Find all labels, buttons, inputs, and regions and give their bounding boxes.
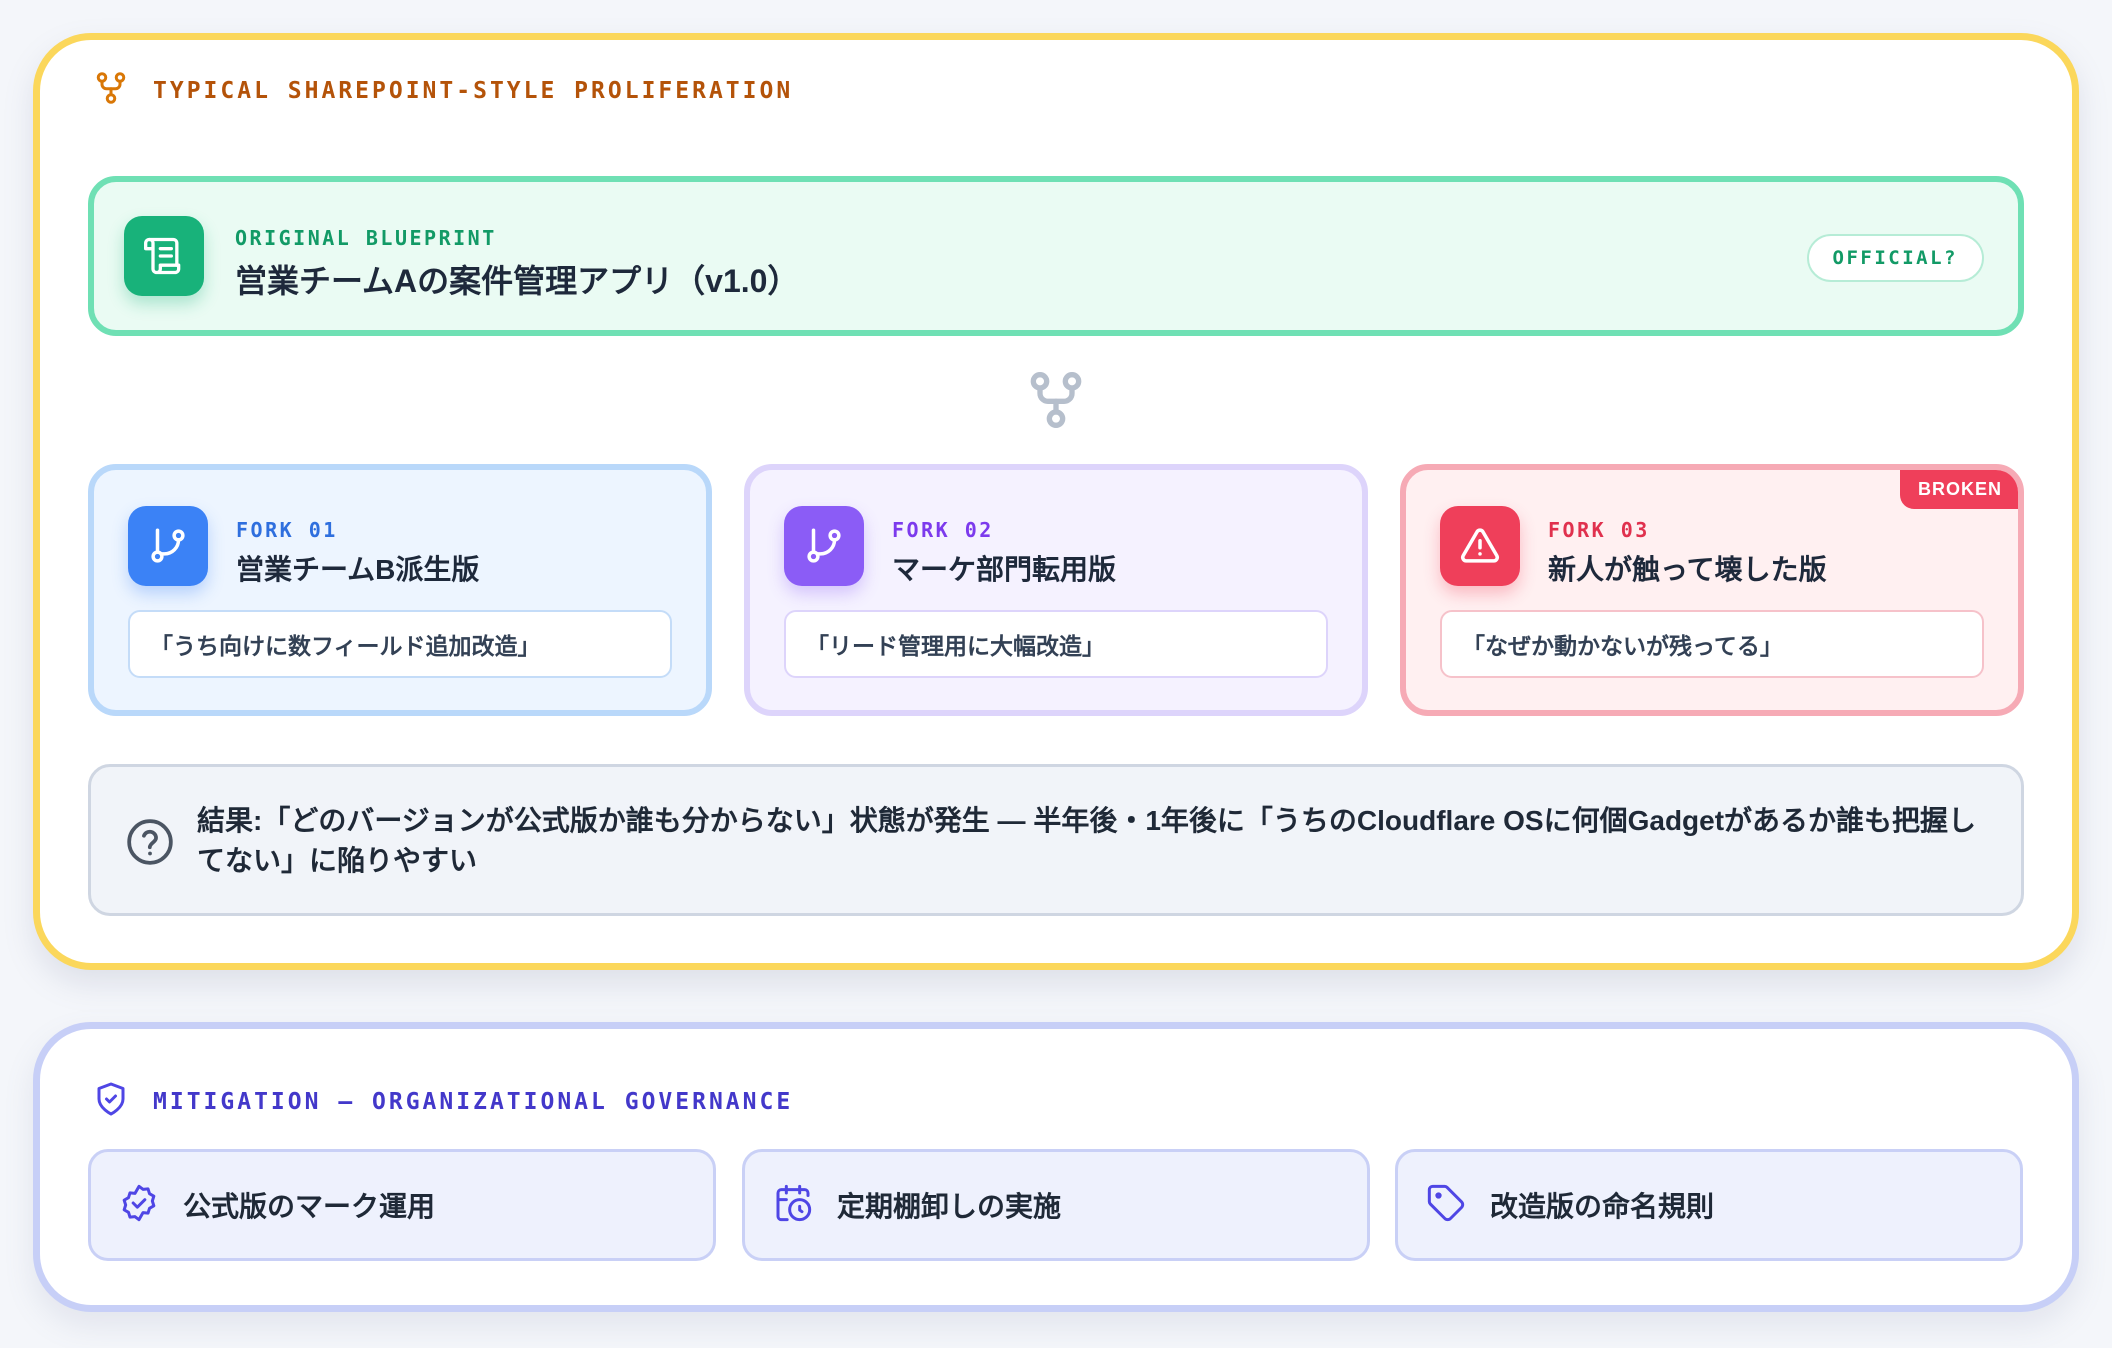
fork-title: 営業チームB派生版: [236, 554, 480, 585]
fork-card-02[interactable]: FORK 02 マーケ部門転用版 「リード管理用に大幅改造」: [744, 464, 1368, 716]
mitigation-item-official-mark[interactable]: 公式版のマーク運用: [88, 1149, 716, 1261]
scroll-icon: [124, 216, 204, 296]
git-branch-icon: [128, 506, 208, 586]
warning-triangle-icon: [1440, 506, 1520, 586]
blueprint-kicker: ORIGINAL BLUEPRINT: [235, 226, 497, 250]
fork-quote: 「リード管理用に大幅改造」: [784, 610, 1328, 678]
result-text: 結果:「どのバージョンが公式版か誰も分からない」状態が発生 — 半年後・1年後に…: [197, 805, 1977, 876]
fork-quote: 「なぜか動かないが残ってる」: [1440, 610, 1984, 678]
git-fork-icon: [1024, 370, 1088, 430]
mitigation-item-naming-rules[interactable]: 改造版の命名規則: [1395, 1149, 2023, 1261]
calendar-clock-icon: [773, 1183, 813, 1228]
mitigation-item-label: 公式版のマーク運用: [183, 1191, 436, 1222]
original-blueprint-card[interactable]: ORIGINAL BLUEPRINT 営業チームAの案件管理アプリ（v1.0） …: [88, 176, 2024, 336]
fork-card-01[interactable]: FORK 01 営業チームB派生版 「うち向けに数フィールド追加改造」: [88, 464, 712, 716]
shield-check-icon: [93, 1081, 129, 1123]
mitigation-header: MITIGATION — ORGANIZATIONAL GOVERNANCE: [93, 1081, 793, 1123]
mitigation-item-label: 定期棚卸しの実施: [837, 1191, 1062, 1222]
proliferation-header: TYPICAL SHAREPOINT-STYLE PROLIFERATION: [93, 70, 793, 112]
fork-kicker: FORK 01: [236, 518, 338, 542]
tag-icon: [1426, 1183, 1466, 1228]
proliferation-heading: TYPICAL SHAREPOINT-STYLE PROLIFERATION: [153, 78, 794, 104]
fork-title: マーケ部門転用版: [892, 554, 1117, 585]
mitigation-heading: MITIGATION — ORGANIZATIONAL GOVERNANCE: [153, 1089, 794, 1115]
git-fork-icon: [93, 70, 129, 112]
fork-kicker: FORK 02: [892, 518, 994, 542]
badge-check-icon: [119, 1183, 159, 1228]
fork-title: 新人が触って壊した版: [1548, 554, 1827, 585]
fork-quote: 「うち向けに数フィールド追加改造」: [128, 610, 672, 678]
fork-kicker: FORK 03: [1548, 518, 1650, 542]
mitigation-item-inventory[interactable]: 定期棚卸しの実施: [742, 1149, 1370, 1261]
git-branch-icon: [784, 506, 864, 586]
question-circle-icon: [125, 817, 175, 867]
official-badge: OFFICIAL?: [1806, 234, 1984, 282]
fork-card-03[interactable]: BROKEN FORK 03 新人が触って壊した版 「なぜか動かないが残ってる」: [1400, 464, 2024, 716]
broken-tag: BROKEN: [1899, 470, 2018, 509]
result-callout: 結果:「どのバージョンが公式版か誰も分からない」状態が発生 — 半年後・1年後に…: [88, 764, 2024, 916]
blueprint-title: 営業チームAの案件管理アプリ（v1.0）: [235, 263, 800, 299]
mitigation-item-label: 改造版の命名規則: [1490, 1191, 1715, 1222]
